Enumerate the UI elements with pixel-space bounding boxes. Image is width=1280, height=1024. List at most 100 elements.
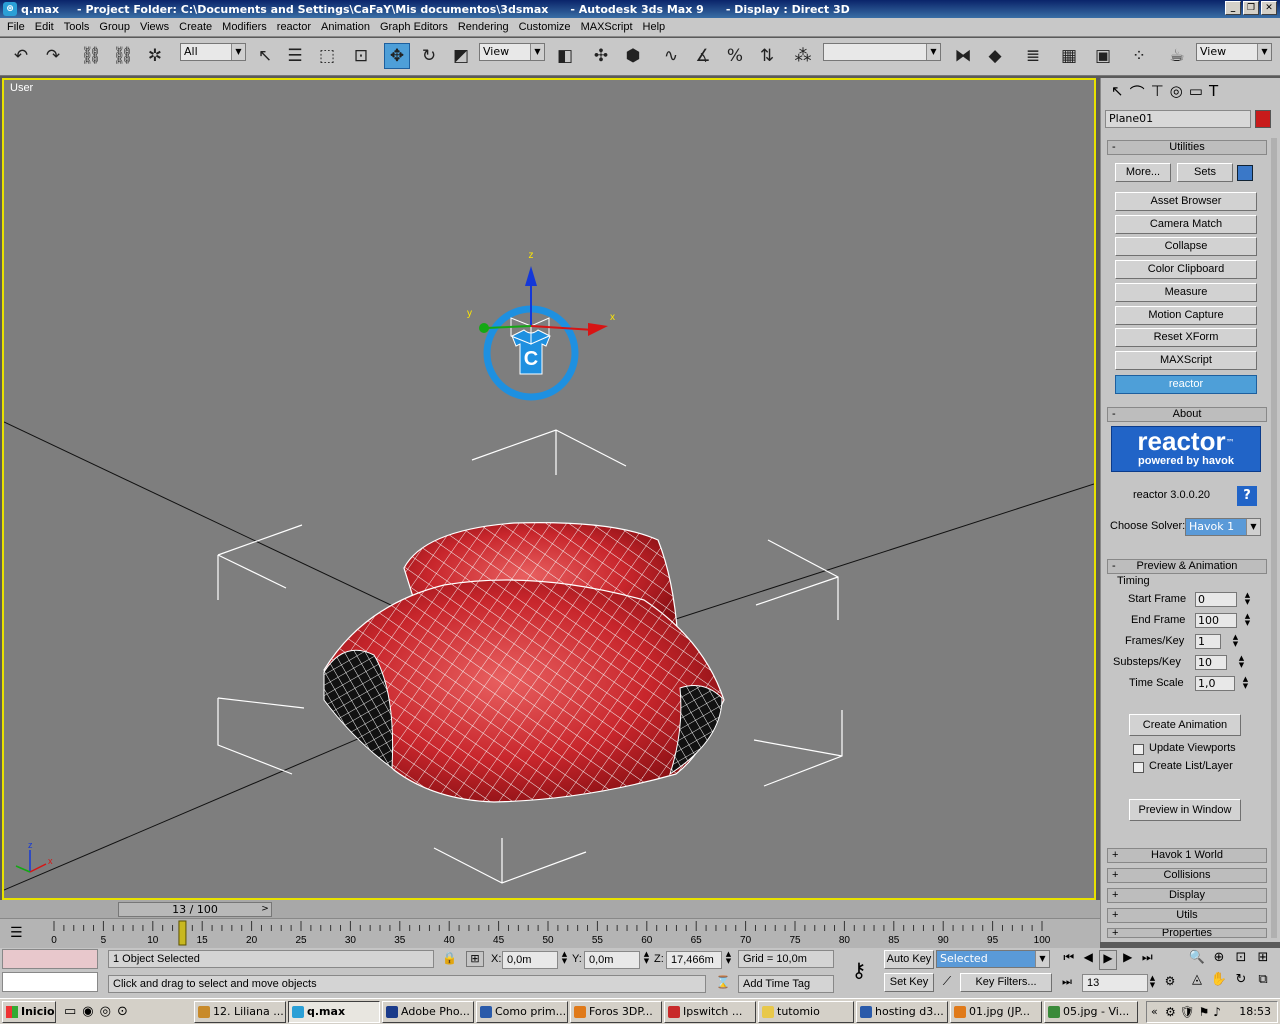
maxscript-listener-pink[interactable] [2,949,98,969]
default-in-out-tangents-icon[interactable]: ⟋ [936,974,958,992]
align-icon[interactable]: ◆ [982,43,1008,69]
time-configuration-icon[interactable]: ⚙ [1160,974,1180,992]
media-player-icon[interactable]: ⊙ [117,1004,128,1019]
zoom-extents-icon[interactable]: ⊡ [1230,950,1252,972]
display-rollout-header[interactable]: + Display [1107,888,1267,903]
z-spinner[interactable]: ▲ ▼ [724,951,733,966]
task-q-max[interactable]: q.max [288,1001,380,1023]
task-tutomio[interactable]: tutomio [758,1001,854,1023]
pivot-center-icon[interactable]: ◧ [552,43,578,69]
configure-button-sets-icon[interactable] [1237,165,1253,181]
menu-graph-editors[interactable]: Graph Editors [375,21,453,33]
selection-filter-dropdown[interactable]: All ▼ [180,43,246,61]
motion-capture-button[interactable]: Motion Capture [1115,306,1257,325]
more-button[interactable]: More... [1115,163,1171,182]
time-scale-input[interactable]: 1,0 [1195,676,1235,691]
havok-world-rollout-header[interactable]: + Havok 1 World [1107,848,1267,863]
search-icon[interactable]: ◎ [100,1004,111,1019]
manipulate-icon[interactable]: ✣ [588,43,614,69]
menu-help[interactable]: Help [638,21,671,33]
next-frame-icon[interactable]: ▶ [1119,950,1137,970]
absolute-relative-toggle-icon[interactable]: ⊞ [466,951,484,967]
task-hosting-d3[interactable]: hosting d3... [856,1001,948,1023]
start-frame-input[interactable]: 0 [1195,592,1237,607]
menu-file[interactable]: File [2,21,30,33]
tray-icons[interactable]: ⚙ 🛡 ⚑ ♪ [1165,1002,1221,1022]
start-button[interactable]: Inicio [2,1001,56,1023]
y-coordinate-field[interactable]: 0,0m [584,951,640,969]
update-viewports-checkbox[interactable] [1133,744,1144,755]
go-to-end-icon[interactable]: ⏭ [1138,950,1156,970]
percent-snap-icon[interactable]: % [722,43,748,69]
named-selection-dropdown[interactable]: ▼ [823,43,941,61]
schematic-view-icon[interactable]: ▣ [1090,43,1116,69]
about-rollout-header[interactable]: - About [1107,407,1267,422]
curve-editor-icon[interactable]: ▦ [1056,43,1082,69]
modify-tab-icon[interactable]: ⌒ [1130,82,1145,108]
command-panel-scrollbar[interactable] [1271,138,1277,938]
task-como-prim[interactable]: Como prim... [476,1001,568,1023]
redo-icon[interactable]: ↷ [40,43,66,69]
preview-animation-rollout-header[interactable]: - Preview & Animation [1107,559,1267,574]
show-desktop-icon[interactable]: ▭ [64,1004,76,1019]
layer-manager-icon[interactable]: ≣ [1020,43,1046,69]
bind-to-space-warp-icon[interactable]: ✲ [142,43,168,69]
material-editor-icon[interactable]: ⁘ [1126,43,1152,69]
frames-per-key-input[interactable]: 1 [1195,634,1221,649]
reference-coordinate-dropdown[interactable]: View ▼ [479,43,545,61]
tray-expand-icon[interactable]: « [1151,1002,1158,1022]
menu-edit[interactable]: Edit [30,21,59,33]
window-crossing-icon[interactable]: ⊡ [348,43,374,69]
pan-view-icon[interactable]: ✋ [1208,972,1230,994]
undo-icon[interactable]: ↶ [8,43,34,69]
go-to-start-icon[interactable]: ⏮ [1060,950,1078,970]
next-frame-arrow-icon[interactable]: > [258,902,272,917]
zoom-extents-all-icon[interactable]: ⊞ [1252,950,1274,972]
menu-views[interactable]: Views [135,21,174,33]
firefox-icon[interactable]: ◉ [82,1004,93,1019]
end-frame-spinner[interactable]: ▲ ▼ [1243,613,1252,628]
menu-reactor[interactable]: reactor [272,21,316,33]
task-adobe-photoshop[interactable]: Adobe Pho... [382,1001,474,1023]
restore-button[interactable]: ❐ [1243,1,1259,15]
select-and-scale-icon[interactable]: ◩ [448,43,474,69]
track-bar[interactable]: ☰ 0 5 10 15 20 25 30 35 40 45 50 55 60 65 70 75 80 85 90 95… [0,918,1100,948]
snaps-toggle-icon[interactable]: ∿ [658,43,684,69]
menu-rendering[interactable]: Rendering [453,21,514,33]
select-and-rotate-icon[interactable]: ↻ [416,43,442,69]
key-filters-button[interactable]: Key Filters... [960,973,1052,992]
render-scene-icon[interactable]: ☕ [1164,43,1190,69]
select-and-move-icon[interactable]: ✥ [384,43,410,69]
spinner-snap-icon[interactable]: ⇅ [754,43,780,69]
cloth-mesh[interactable] [323,522,725,803]
hierarchy-tab-icon[interactable]: ⊤ [1151,82,1164,108]
field-of-view-icon[interactable]: ◬ [1186,972,1208,994]
display-tab-icon[interactable]: ▭ [1189,82,1203,108]
current-frame-field[interactable]: 13 [1082,974,1148,992]
minimize-button[interactable]: _ [1225,1,1241,15]
task-liliana[interactable]: 12. Liliana ... [194,1001,286,1023]
object-name-field[interactable]: Plane01 [1105,110,1251,128]
move-transform-gizmo[interactable]: z x y [467,250,615,345]
angle-snap-icon[interactable]: ∡ [690,43,716,69]
rectangular-selection-icon[interactable]: ⬚ [314,43,340,69]
y-spinner[interactable]: ▲ ▼ [642,951,651,966]
menu-create[interactable]: Create [174,21,217,33]
select-by-name-icon[interactable]: ☰ [282,43,308,69]
create-animation-button[interactable]: Create Animation [1129,714,1241,736]
mirror-icon[interactable]: ⧓ [950,43,976,69]
selection-lock-icon[interactable]: 🔒 [442,951,457,965]
time-scale-spinner[interactable]: ▲ ▼ [1241,676,1250,691]
motion-tab-icon[interactable]: ◎ [1170,82,1183,108]
object-color-swatch[interactable] [1255,110,1271,128]
asset-browser-button[interactable]: Asset Browser [1115,192,1257,211]
set-key-key-icon[interactable]: ⚷ [844,958,874,982]
end-frame-input[interactable]: 100 [1195,613,1237,628]
utilities-tab-icon[interactable]: T [1209,82,1218,108]
unlink-icon[interactable]: ⛓ [110,43,136,69]
preview-in-window-button[interactable]: Preview in Window [1129,799,1241,821]
properties-rollout-header[interactable]: + Properties [1107,928,1267,938]
zoom-icon[interactable]: 🔍 [1186,950,1208,972]
user-viewport[interactable]: C z x y z x User [2,78,1096,900]
x-spinner[interactable]: ▲ ▼ [560,951,569,966]
